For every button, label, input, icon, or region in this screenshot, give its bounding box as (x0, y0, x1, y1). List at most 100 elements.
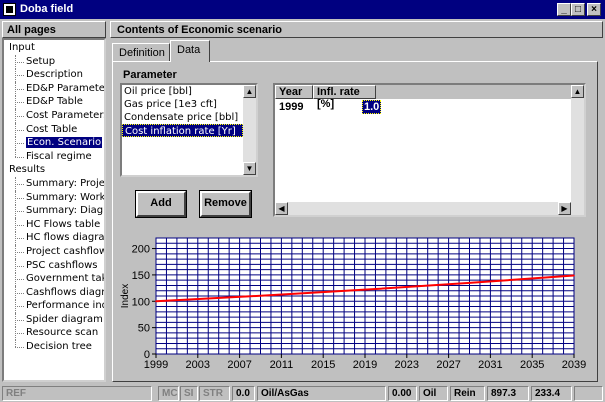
x-tick-label: 2039 (562, 359, 586, 371)
status-value-4: 233.4 (531, 386, 572, 401)
y-tick-label: 50 (138, 323, 150, 335)
tree-item[interactable]: ED&P Paramete (4, 81, 104, 96)
remove-button[interactable]: Remove (200, 191, 251, 217)
grid-scroll-up-icon[interactable]: ▲ (571, 85, 584, 98)
tree-connector (15, 244, 16, 259)
series-point (155, 300, 157, 303)
tree-item-label: Econ. Scenario (26, 137, 103, 149)
tab-definition[interactable]: Definition (112, 43, 170, 62)
tree-item[interactable]: Fiscal regime (4, 149, 104, 164)
parameter-list[interactable]: Oil price [bbl] Gas price [1e3 cft] Conden… (120, 83, 258, 177)
tree-item-label: Summary: Proje (26, 177, 105, 189)
tree-item[interactable]: Summary: Proje (4, 176, 105, 191)
tree-connector (15, 312, 16, 327)
tree-item-label: Setup (26, 55, 56, 67)
status-str: STR (199, 386, 230, 401)
tree-item[interactable]: Input (4, 41, 104, 55)
add-button[interactable]: Add (136, 191, 186, 217)
page-tree[interactable]: Input Setup Description ED&P Paramete ED&P T… (2, 38, 106, 382)
tree-item-label: Spider diagram (26, 313, 103, 325)
series-point (573, 274, 575, 277)
tree-item[interactable]: PSC cashflows (4, 258, 104, 273)
tree-connector (15, 285, 16, 300)
column-header-year[interactable]: Year (275, 85, 313, 99)
tree-item[interactable]: Description (4, 68, 104, 83)
tree-item-label: ED&P Table (26, 96, 83, 108)
tree-item[interactable]: Performance ind. (4, 299, 106, 314)
x-tick-label: 2015 (311, 359, 335, 371)
tree-connector (15, 258, 16, 273)
tree-connector (15, 136, 16, 151)
tree-item-label: HC Flows table (26, 218, 101, 230)
tree-item[interactable]: Econ. Scenario (4, 136, 104, 151)
tree-item[interactable]: Cost Parameters (4, 108, 106, 123)
tree-connector (15, 176, 16, 191)
maximize-button[interactable]: □ (571, 3, 585, 16)
tree-item[interactable]: Project cashflow (4, 244, 106, 259)
parameter-items: Oil price [bbl] Gas price [1e3 cft] Conden… (122, 85, 256, 137)
grid-scroll-left-icon[interactable]: ◀ (275, 202, 288, 215)
tree-item-label: Resource scan (26, 327, 99, 339)
tree-item-label: Project cashflow (26, 245, 106, 257)
tree-item-label: Fiscal regime (26, 150, 92, 162)
tree-item[interactable]: HC Flows table (4, 217, 104, 232)
series-point (468, 282, 471, 284)
tree-connector (15, 299, 16, 314)
tree-item-label: Results (9, 164, 46, 176)
tree-connector (15, 81, 16, 96)
grid-cell-rate[interactable]: 1.0 (362, 100, 382, 114)
tree-connector (15, 122, 16, 137)
status-empty (574, 386, 603, 401)
content-header: Contents of Economic scenario (110, 21, 603, 38)
data-grid[interactable]: Year Infl. rate [%] 1999 1.0 ▲ ◀ ▶ (273, 83, 586, 217)
index-chart: 0501001502001999 2003 2007 2011 2015 2019 2023… (120, 237, 586, 371)
close-button[interactable]: × (587, 3, 601, 16)
grid-cell-year[interactable]: 1999 (279, 101, 303, 113)
parameter-item[interactable]: Cost inflation rate [Yr] (122, 124, 243, 137)
window-title-bar: Doba field _ □ × (0, 0, 605, 19)
parameter-item[interactable]: Condensate price [bbl] (122, 111, 256, 124)
tree-item[interactable]: Summary: Work (4, 190, 106, 205)
tree-item[interactable]: Setup (4, 54, 104, 69)
tree-item[interactable]: Decision tree (4, 340, 104, 354)
tree-item[interactable]: HC flows diagran (4, 231, 106, 246)
tree-item-label: Performance ind. (26, 300, 106, 312)
tree-item[interactable]: Cost Table (4, 122, 104, 137)
y-tick-label: 100 (132, 296, 150, 308)
scroll-down-icon[interactable]: ▼ (243, 162, 256, 175)
x-tick-label: 2007 (227, 359, 251, 371)
column-header-infl-rate[interactable]: Infl. rate [%] (313, 85, 376, 110)
parameter-label: Parameter (123, 69, 177, 81)
x-tick-label: 2011 (270, 359, 294, 371)
tree-item-label: HC flows diagran (26, 232, 106, 244)
tree-connector (15, 95, 16, 110)
tree-connector (15, 217, 16, 232)
x-tick-label: 2019 (353, 359, 377, 371)
tree-item[interactable]: Summary: Diagr (4, 204, 104, 219)
grid-vscrollbar[interactable]: ▲ (571, 85, 584, 202)
parameter-item[interactable]: Gas price [1e3 cft] (122, 98, 256, 111)
tree-item[interactable]: Results (4, 163, 104, 177)
minimize-button[interactable]: _ (557, 3, 571, 16)
parameter-list-scrollbar[interactable]: ▲ ▼ (243, 85, 256, 175)
status-rein: Rein (450, 386, 485, 401)
app-icon[interactable] (3, 3, 16, 16)
tab-data[interactable]: Data (170, 40, 210, 62)
tree-item-label: Government take (26, 273, 106, 285)
status-si: SI (180, 386, 198, 401)
scroll-up-icon[interactable]: ▲ (243, 85, 256, 98)
tree-item-label: Summary: Work (26, 191, 106, 203)
tree-item[interactable]: Spider diagram (4, 312, 104, 327)
parameter-item[interactable]: Oil price [bbl] (122, 85, 256, 98)
tree-item-label: Cost Parameters (26, 109, 106, 121)
tree-connector (15, 54, 16, 69)
tree-item[interactable]: Government take (4, 272, 106, 287)
grid-scroll-right-icon[interactable]: ▶ (558, 202, 571, 215)
x-tick-label: 2027 (436, 359, 460, 371)
tree-item[interactable]: Resource scan (4, 326, 104, 341)
grid-hscrollbar[interactable]: ◀ ▶ (275, 202, 584, 215)
series-point (364, 288, 366, 291)
tree-connector (15, 190, 16, 205)
tree-item[interactable]: ED&P Table (4, 95, 104, 110)
tree-item[interactable]: Cashflows diagra (4, 285, 104, 300)
